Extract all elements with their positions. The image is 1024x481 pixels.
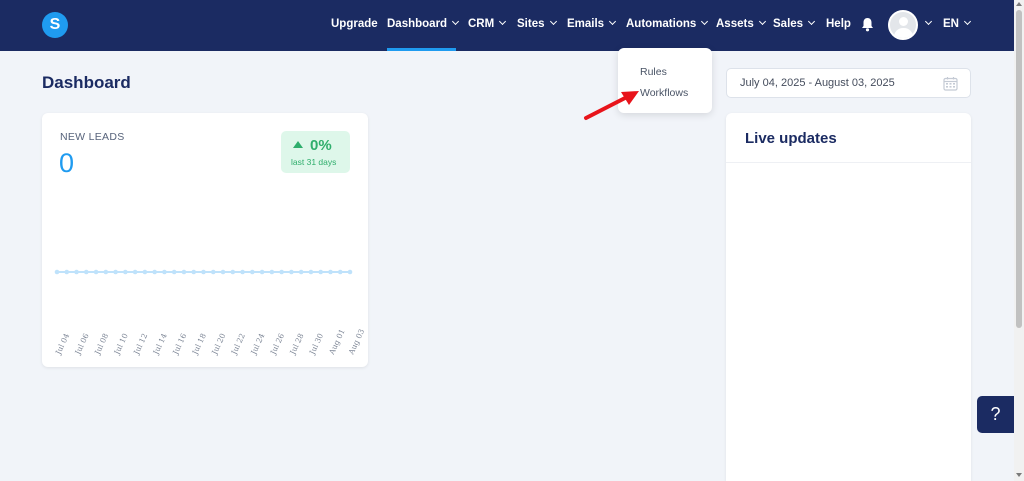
live-updates-title: Live updates [745, 130, 837, 147]
data-point[interactable] [269, 269, 275, 275]
nav-emails[interactable]: Emails [567, 17, 617, 30]
chevron-down-icon [609, 17, 617, 26]
avatar-body [894, 28, 913, 38]
chevron-down-icon [924, 17, 933, 26]
x-tick-label: Jul 20 [209, 332, 227, 357]
data-point[interactable] [318, 269, 324, 275]
avatar-head [899, 17, 908, 26]
top-navigation-bar: S Upgrade Dashboard CRM Sites Emails Aut… [0, 0, 1014, 51]
app-logo[interactable]: S [42, 12, 68, 38]
x-tick-label: Jul 24 [249, 332, 267, 357]
data-point[interactable] [113, 269, 118, 275]
live-updates-panel: Live updates [726, 113, 971, 481]
data-point[interactable] [171, 269, 177, 275]
nav-sites[interactable]: Sites [517, 17, 557, 30]
data-point[interactable] [210, 269, 216, 275]
chevron-down-icon [758, 17, 766, 26]
calendar-icon[interactable] [943, 76, 958, 91]
data-point[interactable] [347, 269, 353, 275]
x-tick-label: Jul 06 [73, 332, 91, 357]
data-point[interactable] [191, 269, 197, 275]
scrollbar-thumb[interactable] [1016, 10, 1022, 328]
data-point[interactable] [230, 269, 236, 275]
data-point[interactable] [201, 269, 206, 275]
leads-line-chart: Jul 04 Jul 06 Jul 08 Jul 10 Jul 12 Jul 14 Jul … [53, 269, 366, 357]
nav-sales[interactable]: Sales [773, 17, 816, 30]
data-point[interactable] [298, 269, 304, 275]
x-tick-label: Jul 26 [268, 332, 286, 357]
data-point[interactable] [152, 269, 157, 275]
chevron-down-icon [701, 17, 709, 26]
data-point[interactable] [54, 269, 60, 275]
x-tick-label: Jul 08 [92, 332, 110, 357]
date-range-picker[interactable]: July 04, 2025 - August 03, 2025 [726, 68, 971, 98]
scroll-down-arrow[interactable] [1016, 473, 1022, 477]
chevron-down-icon [452, 17, 460, 26]
data-point[interactable] [337, 269, 343, 275]
data-point[interactable] [308, 269, 314, 275]
data-point[interactable] [250, 269, 255, 275]
x-tick-label: Jul 22 [229, 332, 247, 357]
data-point[interactable] [240, 269, 245, 275]
data-point[interactable] [93, 269, 99, 275]
annotation-arrow-icon [584, 91, 639, 120]
avatar-menu-chevron[interactable] [920, 17, 933, 30]
nav-help[interactable]: Help [826, 18, 851, 30]
page-title: Dashboard [42, 73, 131, 92]
x-tick-label: Aug 03 [346, 327, 366, 356]
nav-assets[interactable]: Assets [716, 17, 766, 30]
data-point[interactable] [74, 269, 79, 275]
chevron-down-icon [549, 17, 557, 26]
scroll-up-arrow[interactable] [1016, 2, 1022, 6]
date-range-value: July 04, 2025 - August 03, 2025 [740, 77, 895, 89]
chevron-down-icon [963, 17, 972, 26]
data-point[interactable] [103, 269, 109, 275]
x-tick-label: Jul 28 [288, 332, 306, 357]
data-point[interactable] [123, 269, 128, 275]
chevron-down-icon [808, 17, 816, 26]
data-point[interactable] [259, 269, 265, 275]
nav-automations[interactable]: Automations [626, 17, 709, 30]
chevron-down-icon [499, 17, 507, 26]
avatar[interactable] [888, 10, 918, 40]
data-point[interactable] [162, 269, 167, 275]
menu-item-workflows[interactable]: Workflows [640, 87, 688, 99]
data-point[interactable] [84, 269, 89, 275]
nav-dashboard[interactable]: Dashboard [387, 17, 460, 30]
data-point[interactable] [289, 269, 294, 275]
data-point[interactable] [220, 269, 226, 275]
active-tab-indicator [387, 48, 456, 51]
divider [726, 162, 971, 163]
x-tick-label: Jul 30 [307, 332, 325, 357]
nav-crm[interactable]: CRM [468, 17, 507, 30]
data-point[interactable] [142, 269, 148, 275]
nav-upgrade[interactable]: Upgrade [331, 18, 378, 30]
data-point[interactable] [132, 269, 138, 275]
data-point[interactable] [328, 269, 333, 275]
x-tick-label: Jul 14 [151, 332, 169, 357]
data-point[interactable] [279, 269, 284, 275]
x-tick-label: Jul 16 [170, 332, 188, 357]
bell-icon[interactable] [861, 17, 874, 32]
language-selector[interactable]: EN [943, 17, 972, 30]
x-tick-label: Jul 12 [131, 332, 149, 357]
x-tick-label: Jul 10 [112, 332, 130, 357]
new-leads-card: NEW LEADS 0 0% last 31 days Jul 04 Jul 06… [42, 113, 368, 367]
data-point[interactable] [64, 269, 70, 275]
x-tick-label: Jul 18 [190, 332, 208, 357]
menu-item-rules[interactable]: Rules [640, 66, 667, 78]
help-button[interactable]: ? [977, 396, 1014, 433]
x-tick-label: Jul 04 [53, 332, 71, 357]
data-point[interactable] [181, 269, 187, 275]
x-tick-label: Aug 01 [327, 328, 347, 357]
